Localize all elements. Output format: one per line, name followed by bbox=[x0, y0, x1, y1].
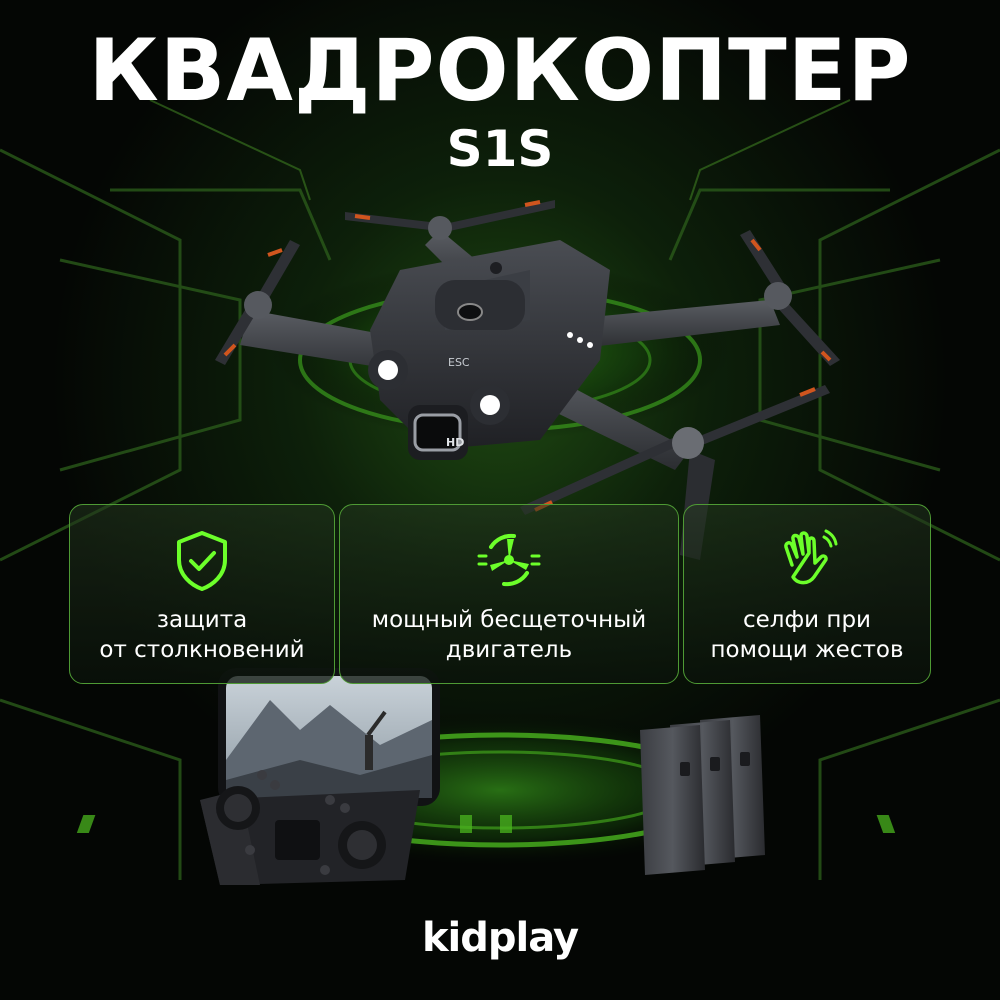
feature-label-line1: селфи при bbox=[742, 607, 871, 633]
page-title: КВАДРОКОПТЕР bbox=[88, 21, 912, 121]
brushless-motor-icon bbox=[477, 533, 541, 587]
batteries-image bbox=[640, 715, 765, 875]
model-name: S1S bbox=[446, 120, 554, 178]
feature-label-line2: от столкновений bbox=[99, 637, 305, 663]
camera-hd-badge: HD bbox=[446, 436, 464, 449]
feature-card-brushless-motor: мощный бесщеточный двигатель bbox=[339, 504, 679, 684]
feature-cards: защита от столкновений мощный бесщеточны… bbox=[69, 504, 931, 686]
feature-card-gesture-selfie: селфи при помощи жестов bbox=[683, 504, 931, 684]
controller-image bbox=[200, 668, 440, 885]
waving-hand-icon bbox=[784, 529, 838, 585]
feature-label-line2: помощи жестов bbox=[710, 637, 904, 663]
brand-logo: kidplay bbox=[421, 915, 579, 961]
shield-check-icon bbox=[177, 531, 227, 591]
feature-label-line1: защита bbox=[156, 607, 248, 633]
feature-label-line1: мощный бесщеточный bbox=[371, 607, 647, 633]
feature-card-collision-protection: защита от столкновений bbox=[69, 504, 335, 684]
feature-label-line2: двигатель bbox=[445, 637, 573, 663]
drone-body-badge: ESC bbox=[448, 356, 470, 369]
